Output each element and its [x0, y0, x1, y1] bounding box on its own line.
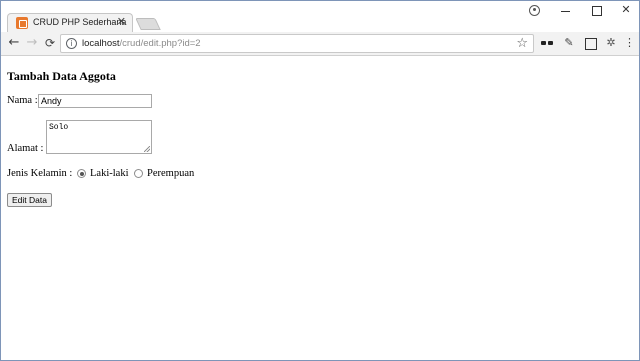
new-tab-button[interactable]	[135, 18, 161, 30]
browser-window: CRUD PHP Sederhana ✕ ✕ ← → ⟳ i localhost…	[0, 0, 640, 361]
glasses-extension-icon[interactable]	[540, 36, 554, 50]
laki-laki-label[interactable]: Laki-laki	[90, 168, 128, 179]
url-host: localhost	[82, 38, 120, 49]
nama-input[interactable]	[38, 94, 152, 108]
capture-extension-icon[interactable]	[583, 36, 597, 50]
nama-label: Nama :	[7, 95, 38, 107]
reload-icon[interactable]: ⟳	[42, 35, 58, 51]
url-text[interactable]: localhost/crud/edit.php?id=2	[82, 38, 201, 49]
alamat-row: Alamat : Solo	[7, 120, 207, 156]
address-bar[interactable]: i localhost/crud/edit.php?id=2 ☆	[60, 34, 534, 53]
url-path: /crud/edit.php?id=2	[119, 38, 201, 49]
star-icon[interactable]: ☆	[516, 36, 528, 51]
tab-close-icon[interactable]: ✕	[117, 15, 126, 29]
menu-icon[interactable]: ⋮	[624, 36, 635, 50]
back-arrow-icon[interactable]: ←	[6, 35, 22, 51]
xampp-favicon-icon	[16, 17, 28, 29]
jenis-kelamin-label: Jenis Kelamin :	[7, 168, 73, 180]
browser-toolbar: ← → ⟳ i localhost/crud/edit.php?id=2 ☆ ✎…	[1, 32, 639, 56]
alamat-textarea[interactable]: Solo	[46, 120, 152, 154]
alamat-label: Alamat :	[7, 143, 44, 154]
profile-icon[interactable]	[529, 5, 540, 16]
radio-perempuan[interactable]	[134, 169, 143, 178]
forward-arrow-icon[interactable]: →	[24, 35, 40, 51]
info-icon[interactable]: i	[66, 38, 77, 49]
jenis-kelamin-row: Jenis Kelamin : Laki-laki Perempuan	[7, 168, 194, 180]
edit-data-button[interactable]: Edit Data	[7, 193, 52, 207]
gear-extension-icon[interactable]: ✲	[604, 36, 618, 50]
tab-crud[interactable]: CRUD PHP Sederhana ✕	[7, 13, 133, 32]
tab-title: CRUD PHP Sederhana	[33, 17, 127, 27]
tab-strip: CRUD PHP Sederhana ✕ ✕	[1, 1, 639, 32]
eyedropper-extension-icon[interactable]: ✎	[562, 36, 576, 50]
radio-laki-laki[interactable]	[77, 169, 86, 178]
resize-grip-icon[interactable]	[144, 146, 150, 152]
page-title: Tambah Data Aggota	[7, 69, 116, 83]
maximize-icon[interactable]	[581, 1, 611, 21]
perempuan-label[interactable]: Perempuan	[147, 168, 194, 179]
close-window-icon[interactable]: ✕	[611, 1, 640, 21]
nama-row: Nama :	[7, 94, 152, 108]
minimize-icon[interactable]	[551, 1, 581, 21]
